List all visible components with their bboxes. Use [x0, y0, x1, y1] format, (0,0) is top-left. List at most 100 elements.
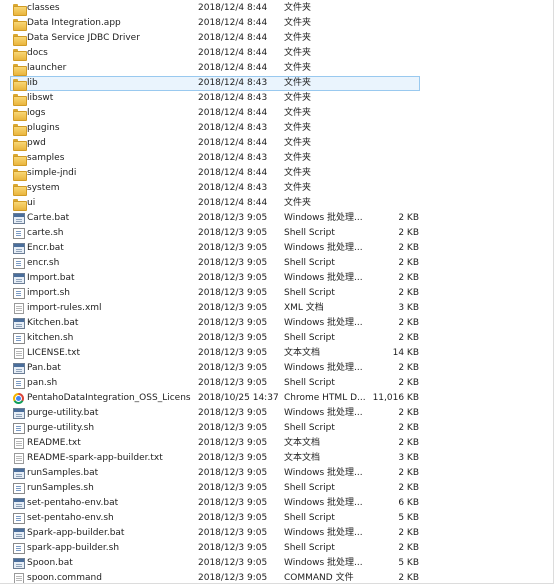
file-row[interactable]: Spoon.bat 2018/12/3 9:05 Windows 批处理... …	[10, 556, 420, 571]
batch-file-icon	[13, 558, 25, 569]
file-date-modified: 2018/12/3 9:05	[198, 558, 268, 568]
file-date-modified: 2018/12/4 8:43	[198, 123, 268, 133]
file-size	[353, 2, 419, 15]
batch-file-icon	[13, 528, 25, 539]
shell-script-icon	[13, 258, 25, 269]
file-date-modified: 2018/12/3 9:05	[198, 423, 268, 433]
file-date-modified: 2018/12/4 8:44	[198, 138, 268, 148]
file-size: 2 KB	[398, 288, 419, 298]
file-row[interactable]: launcher 2018/12/4 8:44 文件夹	[10, 61, 420, 76]
file-size: 2 KB	[398, 243, 419, 253]
file-row[interactable]: Pan.bat 2018/12/3 9:05 Windows 批处理... 2 …	[10, 361, 420, 376]
file-size	[353, 197, 419, 210]
file-date-modified: 2018/12/4 8:43	[198, 78, 268, 88]
file-date-modified: 2018/12/3 9:05	[198, 543, 268, 553]
file-date-modified: 2018/12/3 9:05	[198, 483, 268, 493]
file-row[interactable]: runSamples.sh 2018/12/3 9:05 Shell Scrip…	[10, 481, 420, 496]
file-name: system	[27, 183, 60, 193]
file-list: classes 2018/12/4 8:44 文件夹 Data Integrat…	[0, 0, 554, 584]
file-date-modified: 2018/12/3 9:05	[198, 513, 268, 523]
file-name: Kitchen.bat	[27, 318, 79, 328]
document-icon	[14, 438, 24, 449]
file-row[interactable]: purge-utility.sh 2018/12/3 9:05 Shell Sc…	[10, 421, 420, 436]
file-row[interactable]: Carte.bat 2018/12/3 9:05 Windows 批处理... …	[10, 211, 420, 226]
file-name: purge-utility.sh	[27, 423, 95, 433]
file-date-modified: 2018/12/3 9:05	[198, 303, 268, 313]
file-row[interactable]: simple-jndi 2018/12/4 8:44 文件夹	[10, 166, 420, 181]
folder-icon	[13, 198, 27, 211]
batch-file-icon	[13, 363, 25, 374]
file-size	[353, 152, 419, 165]
file-size: 2 KB	[398, 273, 419, 283]
file-name: spark-app-builder.sh	[27, 543, 120, 553]
file-size	[353, 62, 419, 75]
file-row[interactable]: import.sh 2018/12/3 9:05 Shell Script 2 …	[10, 286, 420, 301]
file-date-modified: 2018/12/4 8:44	[198, 18, 268, 28]
file-row[interactable]: Spark-app-builder.bat 2018/12/3 9:05 Win…	[10, 526, 420, 541]
document-icon	[14, 348, 24, 359]
file-row[interactable]: kitchen.sh 2018/12/3 9:05 Shell Script 2…	[10, 331, 420, 346]
folder-icon	[13, 3, 27, 16]
file-row[interactable]: system 2018/12/4 8:43 文件夹	[10, 181, 420, 196]
file-size: 2 KB	[398, 318, 419, 328]
file-name: ui	[27, 198, 36, 208]
file-name: libswt	[27, 93, 54, 103]
file-date-modified: 2018/12/3 9:05	[198, 318, 268, 328]
file-row[interactable]: Encr.bat 2018/12/3 9:05 Windows 批处理... 2…	[10, 241, 420, 256]
folder-icon	[13, 138, 27, 151]
file-row[interactable]: Import.bat 2018/12/3 9:05 Windows 批处理...…	[10, 271, 420, 286]
file-row[interactable]: Data Service JDBC Driver 2018/12/4 8:44 …	[10, 31, 420, 46]
file-size	[353, 167, 419, 180]
shell-script-icon	[13, 513, 25, 524]
folder-icon	[13, 168, 27, 181]
file-size: 3 KB	[398, 453, 419, 463]
file-row[interactable]: runSamples.bat 2018/12/3 9:05 Windows 批处…	[10, 466, 420, 481]
file-row[interactable]: encr.sh 2018/12/3 9:05 Shell Script 2 KB	[10, 256, 420, 271]
shell-script-icon	[13, 228, 25, 239]
file-name: encr.sh	[27, 258, 60, 268]
file-name: spoon.command	[27, 573, 102, 583]
file-size: 2 KB	[398, 378, 419, 388]
file-date-modified: 2018/10/25 14:37	[198, 393, 279, 403]
file-row[interactable]: README-spark-app-builder.txt 2018/12/3 9…	[10, 451, 420, 466]
file-row[interactable]: purge-utility.bat 2018/12/3 9:05 Windows…	[10, 406, 420, 421]
folder-icon	[13, 123, 27, 136]
file-row[interactable]: import-rules.xml 2018/12/3 9:05 XML 文档 3…	[10, 301, 420, 316]
shell-script-icon	[13, 423, 25, 434]
file-date-modified: 2018/12/4 8:44	[198, 63, 268, 73]
file-row[interactable]: set-pentaho-env.bat 2018/12/3 9:05 Windo…	[10, 496, 420, 511]
batch-file-icon	[13, 468, 25, 479]
file-row[interactable]: spark-app-builder.sh 2018/12/3 9:05 Shel…	[10, 541, 420, 556]
file-row[interactable]: carte.sh 2018/12/3 9:05 Shell Script 2 K…	[10, 226, 420, 241]
file-row[interactable]: logs 2018/12/4 8:44 文件夹	[10, 106, 420, 121]
file-date-modified: 2018/12/3 9:05	[198, 438, 268, 448]
file-row[interactable]: LICENSE.txt 2018/12/3 9:05 文本文档 14 KB	[10, 346, 420, 361]
file-row[interactable]: Data Integration.app 2018/12/4 8:44 文件夹	[10, 16, 420, 31]
file-row[interactable]: lib 2018/12/4 8:43 文件夹	[10, 76, 420, 91]
file-row[interactable]: spoon.command 2018/12/3 9:05 COMMAND 文件 …	[10, 571, 420, 583]
file-row[interactable]: docs 2018/12/4 8:44 文件夹	[10, 46, 420, 61]
file-row[interactable]: pan.sh 2018/12/3 9:05 Shell Script 2 KB	[10, 376, 420, 391]
file-date-modified: 2018/12/4 8:43	[198, 93, 268, 103]
file-name: runSamples.bat	[27, 468, 99, 478]
file-name: lib	[27, 78, 38, 88]
chrome-icon	[13, 393, 24, 404]
file-size	[353, 137, 419, 150]
file-row[interactable]: classes 2018/12/4 8:44 文件夹	[10, 1, 420, 16]
file-row[interactable]: PentahoDataIntegration_OSS_License... 20…	[10, 391, 420, 406]
shell-script-icon	[13, 288, 25, 299]
file-name: launcher	[27, 63, 67, 73]
file-name: simple-jndi	[27, 168, 77, 178]
file-row[interactable]: ui 2018/12/4 8:44 文件夹	[10, 196, 420, 211]
batch-file-icon	[13, 273, 25, 284]
file-row[interactable]: plugins 2018/12/4 8:43 文件夹	[10, 121, 420, 136]
file-row[interactable]: libswt 2018/12/4 8:43 文件夹	[10, 91, 420, 106]
file-row[interactable]: pwd 2018/12/4 8:44 文件夹	[10, 136, 420, 151]
file-row[interactable]: samples 2018/12/4 8:43 文件夹	[10, 151, 420, 166]
batch-file-icon	[13, 318, 25, 329]
file-name: kitchen.sh	[27, 333, 74, 343]
file-size: 3 KB	[398, 303, 419, 313]
file-row[interactable]: set-pentaho-env.sh 2018/12/3 9:05 Shell …	[10, 511, 420, 526]
file-row[interactable]: README.txt 2018/12/3 9:05 文本文档 2 KB	[10, 436, 420, 451]
file-row[interactable]: Kitchen.bat 2018/12/3 9:05 Windows 批处理..…	[10, 316, 420, 331]
